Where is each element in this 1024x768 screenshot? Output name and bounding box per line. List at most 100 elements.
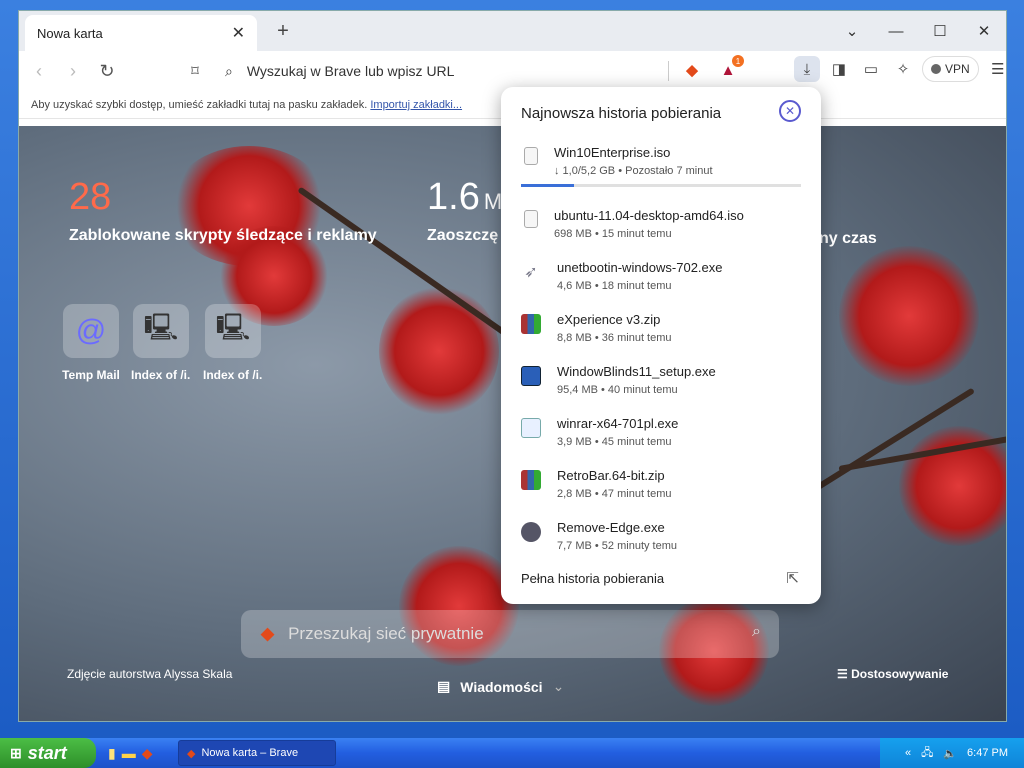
download-progress-bar xyxy=(521,184,801,187)
download-item[interactable]: ➶ unetbootin-windows-702.exe 4,6 MB • 18 … xyxy=(521,254,803,306)
sliders-icon: ☰ xyxy=(837,667,852,681)
news-button[interactable]: ▤ Wiadomości ⌄ xyxy=(437,678,564,695)
file-icon xyxy=(524,147,538,165)
trackers-label: Zablokowane skrypty śledzące i reklamy xyxy=(69,227,377,244)
start-label: start xyxy=(27,742,67,763)
file-icon xyxy=(524,210,538,228)
customize-label: Dostosowywanie xyxy=(851,667,949,681)
close-tab-icon[interactable]: ✕ xyxy=(232,23,245,43)
download-name: unetbootin-windows-702.exe xyxy=(557,260,723,275)
shortcut-index-1[interactable]: 🖳 Index of /i... xyxy=(131,304,191,382)
tab-new-tab[interactable]: Nowa karta ✕ xyxy=(25,15,257,51)
news-label: Wiadomości xyxy=(460,678,543,695)
computer-icon: 🖳 xyxy=(133,304,189,358)
download-item[interactable]: WindowBlinds11_setup.exe 95,4 MB • 40 min… xyxy=(521,358,803,410)
shortcut-label: Index of /i... xyxy=(203,368,263,382)
start-button[interactable]: ⊞ start xyxy=(0,738,96,768)
rocket-icon: ➶ xyxy=(524,264,538,281)
download-name: RetroBar.64-bit.zip xyxy=(557,468,665,483)
network-icon[interactable]: 🖧 xyxy=(921,744,933,763)
trackers-count: 28 xyxy=(69,176,112,218)
brave-logo-icon: ◆ xyxy=(261,624,275,643)
taskbar-item-brave[interactable]: ◆ Nowa karta – Brave xyxy=(178,740,336,766)
download-name: Remove-Edge.exe xyxy=(557,520,665,535)
download-name: WindowBlinds11_setup.exe xyxy=(557,364,716,379)
external-link-icon[interactable]: ⇱ xyxy=(786,569,799,587)
tab-search-icon[interactable]: ⌄ xyxy=(830,11,874,51)
shortcut-label: Index of /i... xyxy=(131,368,191,382)
stat-trackers-blocked: 28 Zablokowane skrypty śledzące i reklam… xyxy=(69,176,377,245)
edge-icon xyxy=(521,522,541,542)
download-meta: 698 MB • 15 minut temu xyxy=(554,228,672,240)
bookmark-icon[interactable]: ⌑ xyxy=(181,57,209,85)
shortcut-temp-mail[interactable]: @ Temp Mail xyxy=(61,304,121,382)
installer-icon xyxy=(521,418,541,438)
brave-shields-icon[interactable]: ◆ xyxy=(679,57,705,83)
reload-icon[interactable]: ↻ xyxy=(93,57,121,85)
bandwidth-label: Zaoszczę xyxy=(427,227,499,244)
customize-button[interactable]: ☰ Dostosowywanie xyxy=(837,667,948,681)
brave-rewards-icon[interactable]: ▲ 1 xyxy=(715,55,744,83)
photo-credit[interactable]: Zdjęcie autorstwa Alyssa Skala xyxy=(67,667,232,681)
brave-logo-icon: ◆ xyxy=(187,747,196,760)
download-meta: 95,4 MB • 40 minut temu xyxy=(557,384,678,396)
download-name: Win10Enterprise.iso xyxy=(554,145,671,160)
vpn-button[interactable]: VPN xyxy=(922,56,979,82)
leo-ai-icon[interactable]: ✧ xyxy=(890,56,916,82)
close-window-button[interactable]: ✕ xyxy=(962,11,1006,51)
explorer-icon[interactable]: ▬ xyxy=(122,745,136,762)
stat-bandwidth-saved: 1.6 M Zaoszczę xyxy=(427,176,502,245)
taskbar: ⊞ start ▮ ▬ ◆ ◆ Nowa karta – Brave « 🖧 🔈 … xyxy=(0,738,1024,768)
news-icon: ▤ xyxy=(437,678,451,694)
wallet-icon[interactable]: ▭ xyxy=(858,56,884,82)
system-tray: « 🖧 🔈 6:47 PM xyxy=(880,738,1024,768)
shortcut-label: Temp Mail xyxy=(62,368,120,382)
volume-icon[interactable]: 🔈 xyxy=(943,747,957,760)
maximize-button[interactable]: ☐ xyxy=(918,11,962,51)
close-popup-icon[interactable]: ✕ xyxy=(779,100,801,122)
omnibox-placeholder: Wyszukaj w Brave lub wpisz URL xyxy=(246,63,455,79)
download-item[interactable]: Remove-Edge.exe 7,7 MB • 52 minuty temu xyxy=(521,514,803,566)
address-bar[interactable]: ⌕ Wyszukaj w Brave lub wpisz URL xyxy=(215,55,685,87)
vpn-status-icon xyxy=(931,64,941,74)
download-name: eXperience v3.zip xyxy=(557,312,661,327)
windows-logo-icon: ⊞ xyxy=(10,744,22,761)
download-name: winrar-x64-701pl.exe xyxy=(557,416,679,431)
full-download-history-link[interactable]: Pełna historia pobierania xyxy=(521,571,664,586)
minimize-button[interactable]: — xyxy=(874,11,918,51)
vpn-label: VPN xyxy=(945,62,970,76)
downloads-icon[interactable]: ⤓ xyxy=(794,56,820,82)
bandwidth-unit: M xyxy=(483,189,503,214)
at-icon: @ xyxy=(63,304,119,358)
time-saved-label: ny czas xyxy=(819,230,877,247)
winrar-icon xyxy=(521,470,541,490)
back-icon[interactable]: ‹ xyxy=(25,57,53,85)
import-bookmarks-link[interactable]: Importuj zakładki... xyxy=(370,99,462,111)
download-meta: ↓ 1,0/5,2 GB • Pozostało 7 minut xyxy=(554,165,713,177)
private-search-box[interactable]: ◆ Przeszukaj sieć prywatnie ⌕ xyxy=(241,610,779,658)
notepad-icon[interactable]: ▮ xyxy=(108,745,116,762)
brave-taskbar-icon[interactable]: ◆ xyxy=(142,745,153,762)
download-item[interactable]: eXperience v3.zip 8,8 MB • 36 minut temu xyxy=(521,306,803,358)
download-meta: 3,9 MB • 45 minut temu xyxy=(557,436,672,448)
toolbar: ‹ › ↻ ⌑ ⌕ Wyszukaj w Brave lub wpisz URL… xyxy=(19,51,1006,91)
download-item[interactable]: ubuntu-11.04-desktop-amd64.iso 698 MB • 1… xyxy=(521,202,803,254)
clock[interactable]: 6:47 PM xyxy=(967,747,1008,759)
menu-icon[interactable]: ☰ xyxy=(985,56,1006,82)
shortcut-index-2[interactable]: 🖳 Index of /i... xyxy=(203,304,263,382)
download-name: ubuntu-11.04-desktop-amd64.iso xyxy=(554,208,744,223)
new-tab-button[interactable]: + xyxy=(271,19,295,43)
chevron-left-icon[interactable]: « xyxy=(905,747,911,759)
download-item[interactable]: RetroBar.64-bit.zip 2,8 MB • 47 minut tem… xyxy=(521,462,803,514)
sidebar-icon[interactable]: ◨ xyxy=(826,56,852,82)
bookmarks-bar-hint: Aby uzyskać szybki dostęp, umieść zakład… xyxy=(31,99,368,111)
windowblinds-icon xyxy=(521,366,541,386)
download-meta: 4,6 MB • 18 minut temu xyxy=(557,280,672,292)
search-icon: ⌕ xyxy=(752,623,761,640)
computer-icon: 🖳 xyxy=(205,304,261,358)
forward-icon[interactable]: › xyxy=(59,57,87,85)
download-item[interactable]: winrar-x64-701pl.exe 3,9 MB • 45 minut te… xyxy=(521,410,803,462)
search-icon: ⌕ xyxy=(225,62,233,79)
downloads-title: Najnowsza historia pobierania xyxy=(521,105,722,122)
winrar-icon xyxy=(521,314,541,334)
